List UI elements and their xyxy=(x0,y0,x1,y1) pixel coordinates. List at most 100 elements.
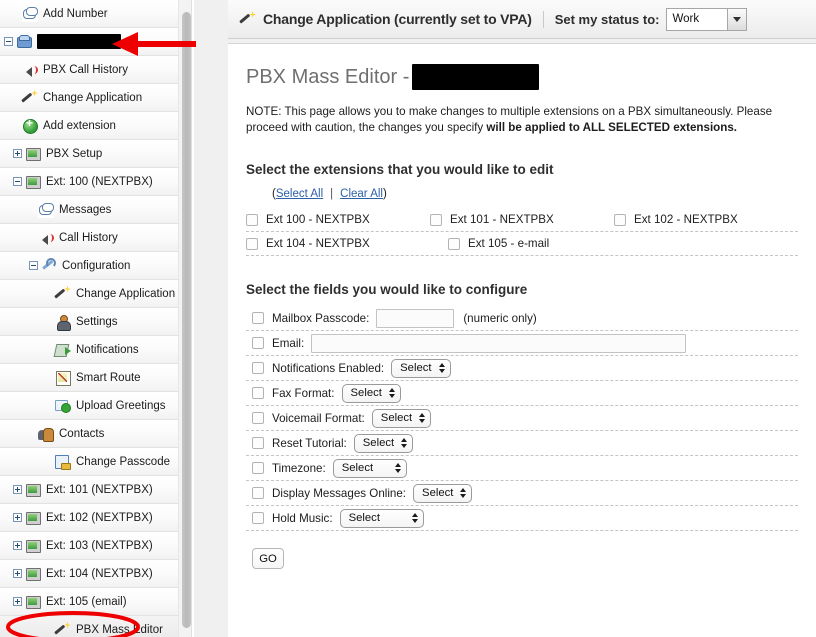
field-row: Hold Music: Select xyxy=(246,506,798,531)
sidebar-item-redacted-pbx-node[interactable] xyxy=(0,28,178,56)
paren-close: ) xyxy=(382,188,387,200)
sidebar-item-ext-105-email[interactable]: Ext: 105 (email) xyxy=(0,588,178,616)
field-enable-checkbox[interactable] xyxy=(252,387,264,399)
sidebar-item-label: Ext: 102 (NEXTPBX) xyxy=(46,511,153,524)
sort-arrows-icon xyxy=(401,438,408,448)
toolbar-divider xyxy=(542,10,544,28)
sidebar-item-notifications[interactable]: Notifications xyxy=(0,336,178,364)
sidebar-item-add-extension[interactable]: Add extension xyxy=(0,112,178,140)
extension-option[interactable]: Ext 102 - NEXTPBX xyxy=(614,213,798,226)
field-enable-checkbox[interactable] xyxy=(252,337,264,349)
collapse-icon[interactable] xyxy=(4,37,13,46)
sidebar-item-ext-101-nextpbx[interactable]: Ext: 101 (NEXTPBX) xyxy=(0,476,178,504)
field-enable-checkbox[interactable] xyxy=(252,312,264,324)
extension-option[interactable]: Ext 104 - NEXTPBX xyxy=(246,237,448,250)
sidebar-item-pbx-call-history[interactable]: PBX Call History xyxy=(0,56,178,84)
field-select[interactable]: Select xyxy=(371,408,432,428)
collapse-icon[interactable] xyxy=(13,177,22,186)
fields-configuration-list: Mailbox Passcode: (numeric only) Email: Not… xyxy=(246,306,798,531)
extension-label: Ext 101 - NEXTPBX xyxy=(450,213,554,226)
field-label: Hold Music: xyxy=(272,511,333,525)
sidebar-item-messages[interactable]: Messages xyxy=(0,196,178,224)
monitor-icon xyxy=(25,594,41,610)
extension-checkbox[interactable] xyxy=(246,213,258,226)
extension-option[interactable]: Ext 105 - e-mail xyxy=(448,237,650,250)
sidebar-item-settings[interactable]: Settings xyxy=(0,308,178,336)
select-all-link[interactable]: Select All xyxy=(276,188,323,200)
sidebar-item-pbx-setup[interactable]: PBX Setup xyxy=(0,140,178,168)
go-button[interactable]: GO xyxy=(252,548,284,569)
expand-icon[interactable] xyxy=(13,569,22,578)
expand-icon[interactable] xyxy=(13,149,22,158)
extension-option[interactable]: Ext 100 - NEXTPBX xyxy=(246,213,430,226)
sidebar-item-label: Ext: 100 (NEXTPBX) xyxy=(46,175,153,188)
sidebar-item-configuration[interactable]: Configuration xyxy=(0,252,178,280)
field-select[interactable]: Select xyxy=(339,508,424,528)
sidebar-item-label: Change Application xyxy=(76,287,176,300)
extension-checkbox[interactable] xyxy=(448,237,460,250)
field-enable-checkbox[interactable] xyxy=(252,437,264,449)
sidebar-item-ext-100-nextpbx[interactable]: Ext: 100 (NEXTPBX) xyxy=(0,168,178,196)
monitor-icon xyxy=(25,538,41,554)
collapse-icon[interactable] xyxy=(29,261,38,270)
extension-option[interactable]: Ext 101 - NEXTPBX xyxy=(430,213,614,226)
chevron-down-icon xyxy=(727,8,747,30)
field-select-value: Select xyxy=(348,512,380,524)
expand-icon[interactable] xyxy=(13,597,22,606)
magic-wand-icon xyxy=(22,90,38,106)
extensions-checkbox-grid: Ext 100 - NEXTPBX Ext 101 - NEXTPBX Ext 10… xyxy=(246,208,798,256)
field-enable-checkbox[interactable] xyxy=(252,362,264,374)
status-dropdown[interactable]: Work xyxy=(666,7,748,31)
page-title: PBX Mass Editor - xyxy=(246,64,798,90)
sidebar-item-label: Configuration xyxy=(62,259,131,272)
select-clear-links: (Select All | Clear All) xyxy=(272,188,798,200)
field-row: Display Messages Online: Select xyxy=(246,481,798,506)
clear-all-link[interactable]: Clear All xyxy=(340,188,383,200)
field-select-value: Select xyxy=(350,387,382,399)
field-enable-checkbox[interactable] xyxy=(252,512,264,524)
contacts-icon xyxy=(38,426,54,442)
sidebar-scrollbar-track[interactable] xyxy=(178,0,192,637)
extension-checkbox[interactable] xyxy=(430,213,442,226)
field-enable-checkbox[interactable] xyxy=(252,487,264,499)
extension-checkbox[interactable] xyxy=(614,213,626,226)
sidebar-item-add-number[interactable]: Add Number xyxy=(0,0,178,28)
sidebar-item-contacts[interactable]: Contacts xyxy=(0,420,178,448)
field-row: Timezone: Select xyxy=(246,456,798,481)
page-note: NOTE: This page allows you to make chang… xyxy=(246,104,791,136)
status-dropdown-value: Work xyxy=(672,13,700,25)
field-enable-checkbox[interactable] xyxy=(252,412,264,424)
field-select[interactable]: Select xyxy=(391,358,451,378)
extensions-section-heading: Select the extensions that you would lik… xyxy=(246,162,554,177)
sidebar-item-smart-route[interactable]: Smart Route xyxy=(0,364,178,392)
sidebar-item-change-passcode[interactable]: Change Passcode xyxy=(0,448,178,476)
expand-icon[interactable] xyxy=(13,541,22,550)
field-select[interactable]: Select xyxy=(332,458,407,478)
field-select[interactable]: Select xyxy=(341,383,401,403)
sidebar-scrollbar-thumb[interactable] xyxy=(182,12,191,628)
field-text-input[interactable] xyxy=(311,333,687,353)
magic-wand-icon xyxy=(240,11,256,27)
sort-arrows-icon xyxy=(388,388,395,398)
field-text-input[interactable] xyxy=(376,308,455,328)
monitor-icon xyxy=(25,146,41,162)
sidebar-item-upload-greetings[interactable]: Upload Greetings xyxy=(0,392,178,420)
sidebar-item-pbx-mass-editor[interactable]: PBX Mass Editor xyxy=(0,616,178,637)
sidebar-item-ext-103-nextpbx[interactable]: Ext: 103 (NEXTPBX) xyxy=(0,532,178,560)
field-select[interactable]: Select xyxy=(353,433,414,453)
sidebar-item-change-application[interactable]: Change Application xyxy=(0,84,178,112)
expand-icon[interactable] xyxy=(13,513,22,522)
sidebar-item-call-history[interactable]: Call History xyxy=(0,224,178,252)
sidebar-item-ext-102-nextpbx[interactable]: Ext: 102 (NEXTPBX) xyxy=(0,504,178,532)
sort-arrows-icon xyxy=(394,463,401,473)
expand-icon[interactable] xyxy=(13,485,22,494)
sidebar-item-label: Add extension xyxy=(43,119,116,132)
extension-checkbox[interactable] xyxy=(246,237,258,250)
redacted-pbx-name xyxy=(37,34,121,49)
sidebar-item-ext-104-nextpbx[interactable]: Ext: 104 (NEXTPBX) xyxy=(0,560,178,588)
magic-wand-icon xyxy=(55,622,71,637)
field-enable-checkbox[interactable] xyxy=(252,462,264,474)
sidebar-item-change-application[interactable]: Change Application xyxy=(0,280,178,308)
field-hint: (numeric only) xyxy=(463,311,537,325)
field-select[interactable]: Select xyxy=(413,483,473,503)
